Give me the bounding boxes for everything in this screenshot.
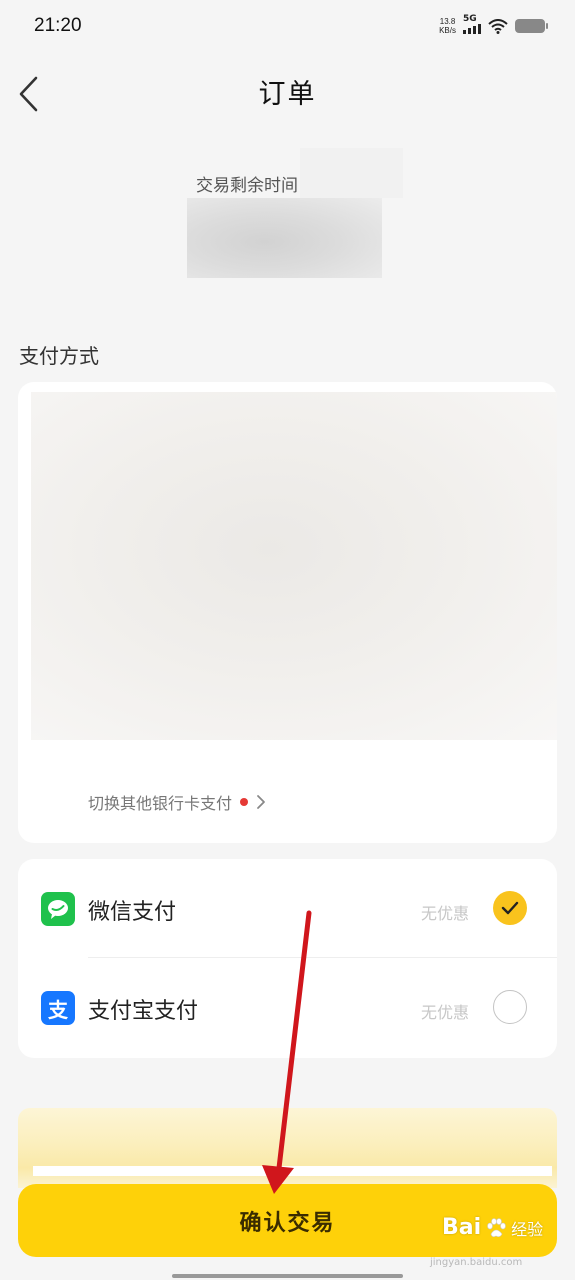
network-type: 5G [463, 14, 477, 24]
notice-dot [240, 798, 249, 806]
network-speed: 13.8 KB/s [439, 17, 456, 35]
payment-option-label: 微信支付 [88, 900, 177, 925]
countdown-label: 交易剩余时间 [196, 176, 298, 196]
unselected-radio[interactable] [493, 990, 527, 1024]
redacted-promo-area [18, 1108, 557, 1188]
wechat-pay-icon [41, 892, 75, 926]
bank-card-panel: 切换其他银行卡支付 [18, 382, 557, 843]
discount-label: 无优惠 [420, 904, 469, 923]
switch-bank-card-label: 切换其他银行卡支付 [88, 794, 233, 813]
status-bar: 21:20 13.8 KB/s 5G [0, 0, 575, 52]
chevron-right-icon [257, 795, 265, 809]
battery-icon [515, 19, 548, 33]
watermark: Bai 经验 [442, 1215, 543, 1240]
payment-option-alipay[interactable]: 支 支付宝支付 无优惠 [18, 958, 557, 1057]
watermark-brand: Bai [442, 1215, 482, 1240]
status-time: 21:20 [34, 15, 82, 36]
network-speed-unit: KB/s [439, 26, 456, 35]
selected-radio[interactable] [493, 891, 527, 925]
alipay-icon: 支 [41, 991, 75, 1025]
paw-icon [487, 1217, 506, 1237]
payment-methods-panel: 微信支付 无优惠 支 支付宝支付 无优惠 [18, 859, 557, 1058]
signal-icon: 5G [463, 14, 481, 34]
redacted-bank-card-area [31, 392, 557, 740]
check-icon [501, 901, 519, 915]
redacted-timer-area [300, 148, 403, 198]
watermark-url: jingyan.baidu.com [430, 1257, 523, 1268]
payment-option-wechat[interactable]: 微信支付 无优惠 [18, 859, 557, 958]
network-speed-value: 13.8 [439, 17, 456, 26]
watermark-brand-suffix: 经验 [511, 1219, 544, 1239]
switch-bank-card-link[interactable]: 切换其他银行卡支付 [88, 790, 266, 814]
navigation-bar: 订单 [0, 60, 575, 122]
home-indicator [172, 1274, 403, 1278]
payment-option-label: 支付宝支付 [88, 999, 199, 1024]
payment-section-title: 支付方式 [19, 344, 99, 368]
discount-label: 无优惠 [420, 1003, 469, 1022]
page-title: 订单 [258, 79, 317, 110]
wifi-icon [488, 18, 508, 34]
status-icons: 13.8 KB/s 5G [439, 14, 548, 35]
redacted-amount-area [187, 198, 382, 278]
